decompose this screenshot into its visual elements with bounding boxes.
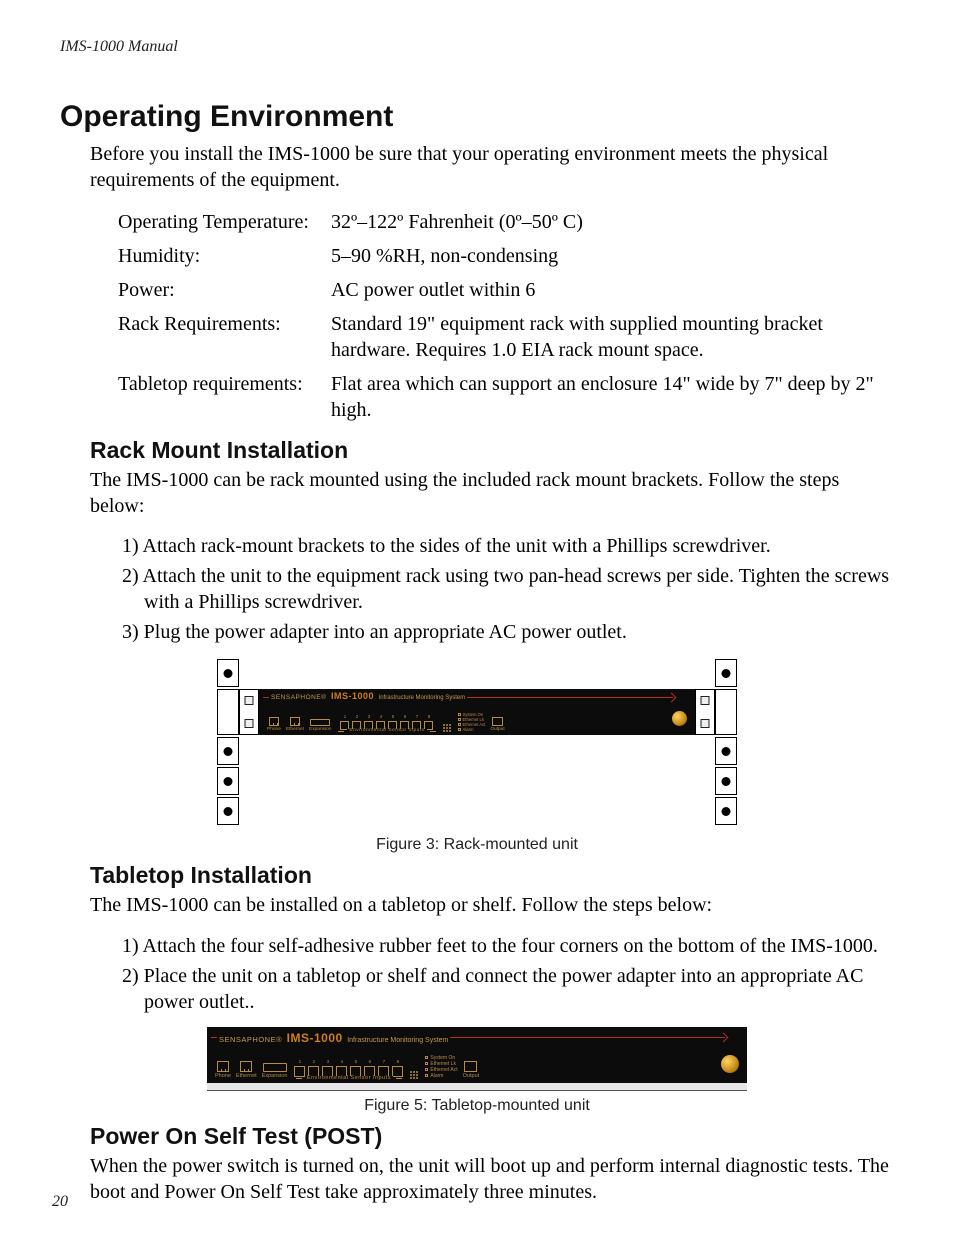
spec-label: Humidity:	[118, 239, 331, 273]
spec-value: AC power outlet within 6	[331, 273, 894, 307]
spec-label: Rack Requirements:	[118, 307, 331, 367]
spec-value: 32º–122º Fahrenheit (0º–50º C)	[331, 205, 894, 239]
running-header: IMS-1000 Manual	[60, 38, 894, 56]
rack-steps: 1) Attach rack-mount brackets to the sid…	[122, 531, 894, 647]
device-panel-icon: SENSAPHONE® IMS-1000 Infrastructure Moni…	[259, 689, 695, 735]
spec-row: Power:AC power outlet within 6	[118, 273, 894, 307]
spec-row: Rack Requirements:Standard 19" equipment…	[118, 307, 894, 367]
sensor-inputs-icon: Environmental Sensor Inputs	[338, 721, 435, 732]
port-phone-icon: Phone	[267, 717, 281, 732]
spec-label: Tabletop requirements:	[118, 367, 331, 427]
spec-label: Power:	[118, 273, 331, 307]
status-leds-icon: System On Ethernet Lk Ethernet Act Alarm	[458, 712, 486, 732]
device-model: IMS-1000	[331, 691, 374, 701]
spec-label: Operating Temperature:	[118, 205, 331, 239]
tabletop-step: 1) Attach the four self-adhesive rubber …	[122, 931, 894, 961]
port-phone-icon: Phone	[215, 1061, 231, 1079]
figure-caption: Figure 5: Tabletop-mounted unit	[60, 1097, 894, 1115]
mic-icon	[410, 1071, 418, 1079]
page-number: 20	[52, 1193, 68, 1211]
spec-row: Tabletop requirements:Flat area which ca…	[118, 367, 894, 427]
sensor-inputs-icon: Environmental Sensor Inputs	[294, 1066, 403, 1079]
heading-rack-mount: Rack Mount Installation	[90, 437, 894, 464]
tabletop-step: 2) Place the unit on a tabletop or shelf…	[122, 961, 894, 1017]
spec-row: Humidity:5–90 %RH, non-condensing	[118, 239, 894, 273]
heading-tabletop: Tabletop Installation	[90, 862, 894, 889]
device-brand: SENSAPHONE®	[219, 1035, 282, 1044]
device-brand: SENSAPHONE®	[271, 694, 326, 701]
port-output-icon: Output	[490, 717, 504, 732]
heading-operating-environment: Operating Environment	[60, 100, 894, 134]
rack-step: 1) Attach rack-mount brackets to the sid…	[122, 531, 894, 561]
figure-tabletop: SENSAPHONE® IMS-1000 Infrastructure Moni…	[60, 1027, 894, 1115]
rack-step: 3) Plug the power adapter into an approp…	[122, 617, 894, 647]
device-panel-icon: SENSAPHONE® IMS-1000 Infrastructure Moni…	[207, 1027, 747, 1083]
spec-value: 5–90 %RH, non-condensing	[331, 239, 894, 273]
device-subtitle: Infrastructure Monitoring System	[379, 695, 466, 701]
intro-paragraph: Before you install the IMS-1000 be sure …	[90, 142, 894, 193]
spec-row: Operating Temperature:32º–122º Fahrenhei…	[118, 205, 894, 239]
power-knob-icon	[721, 1055, 739, 1073]
post-body: When the power switch is turned on, the …	[90, 1154, 894, 1205]
figure-caption: Figure 3: Rack-mounted unit	[60, 836, 894, 854]
heading-post: Power On Self Test (POST)	[90, 1123, 894, 1150]
port-expansion-icon: Expansion	[262, 1063, 288, 1079]
status-leds-icon: System On Ethernet Lk Ethernet Act Alarm	[425, 1055, 457, 1079]
mic-icon	[443, 724, 451, 732]
figure-rack: SENSAPHONE® IMS-1000 Infrastructure Moni…	[60, 657, 894, 854]
tabletop-steps: 1) Attach the four self-adhesive rubber …	[122, 931, 894, 1017]
port-ethernet-icon: Ethernet	[236, 1061, 257, 1079]
spec-table: Operating Temperature:32º–122º Fahrenhei…	[118, 205, 894, 427]
spec-value: Standard 19" equipment rack with supplie…	[331, 307, 894, 367]
device-subtitle: Infrastructure Monitoring System	[347, 1037, 448, 1044]
device-model: IMS-1000	[287, 1031, 343, 1045]
port-expansion-icon: Expansion	[309, 719, 331, 732]
port-output-icon: Output	[463, 1061, 480, 1079]
rack-intro: The IMS-1000 can be rack mounted using t…	[90, 468, 894, 519]
power-knob-icon	[672, 711, 687, 726]
rack-step: 2) Attach the unit to the equipment rack…	[122, 561, 894, 617]
spec-value: Flat area which can support an enclosure…	[331, 367, 894, 427]
port-ethernet-icon: Ethernet	[286, 717, 304, 732]
tabletop-intro: The IMS-1000 can be installed on a table…	[90, 893, 894, 919]
